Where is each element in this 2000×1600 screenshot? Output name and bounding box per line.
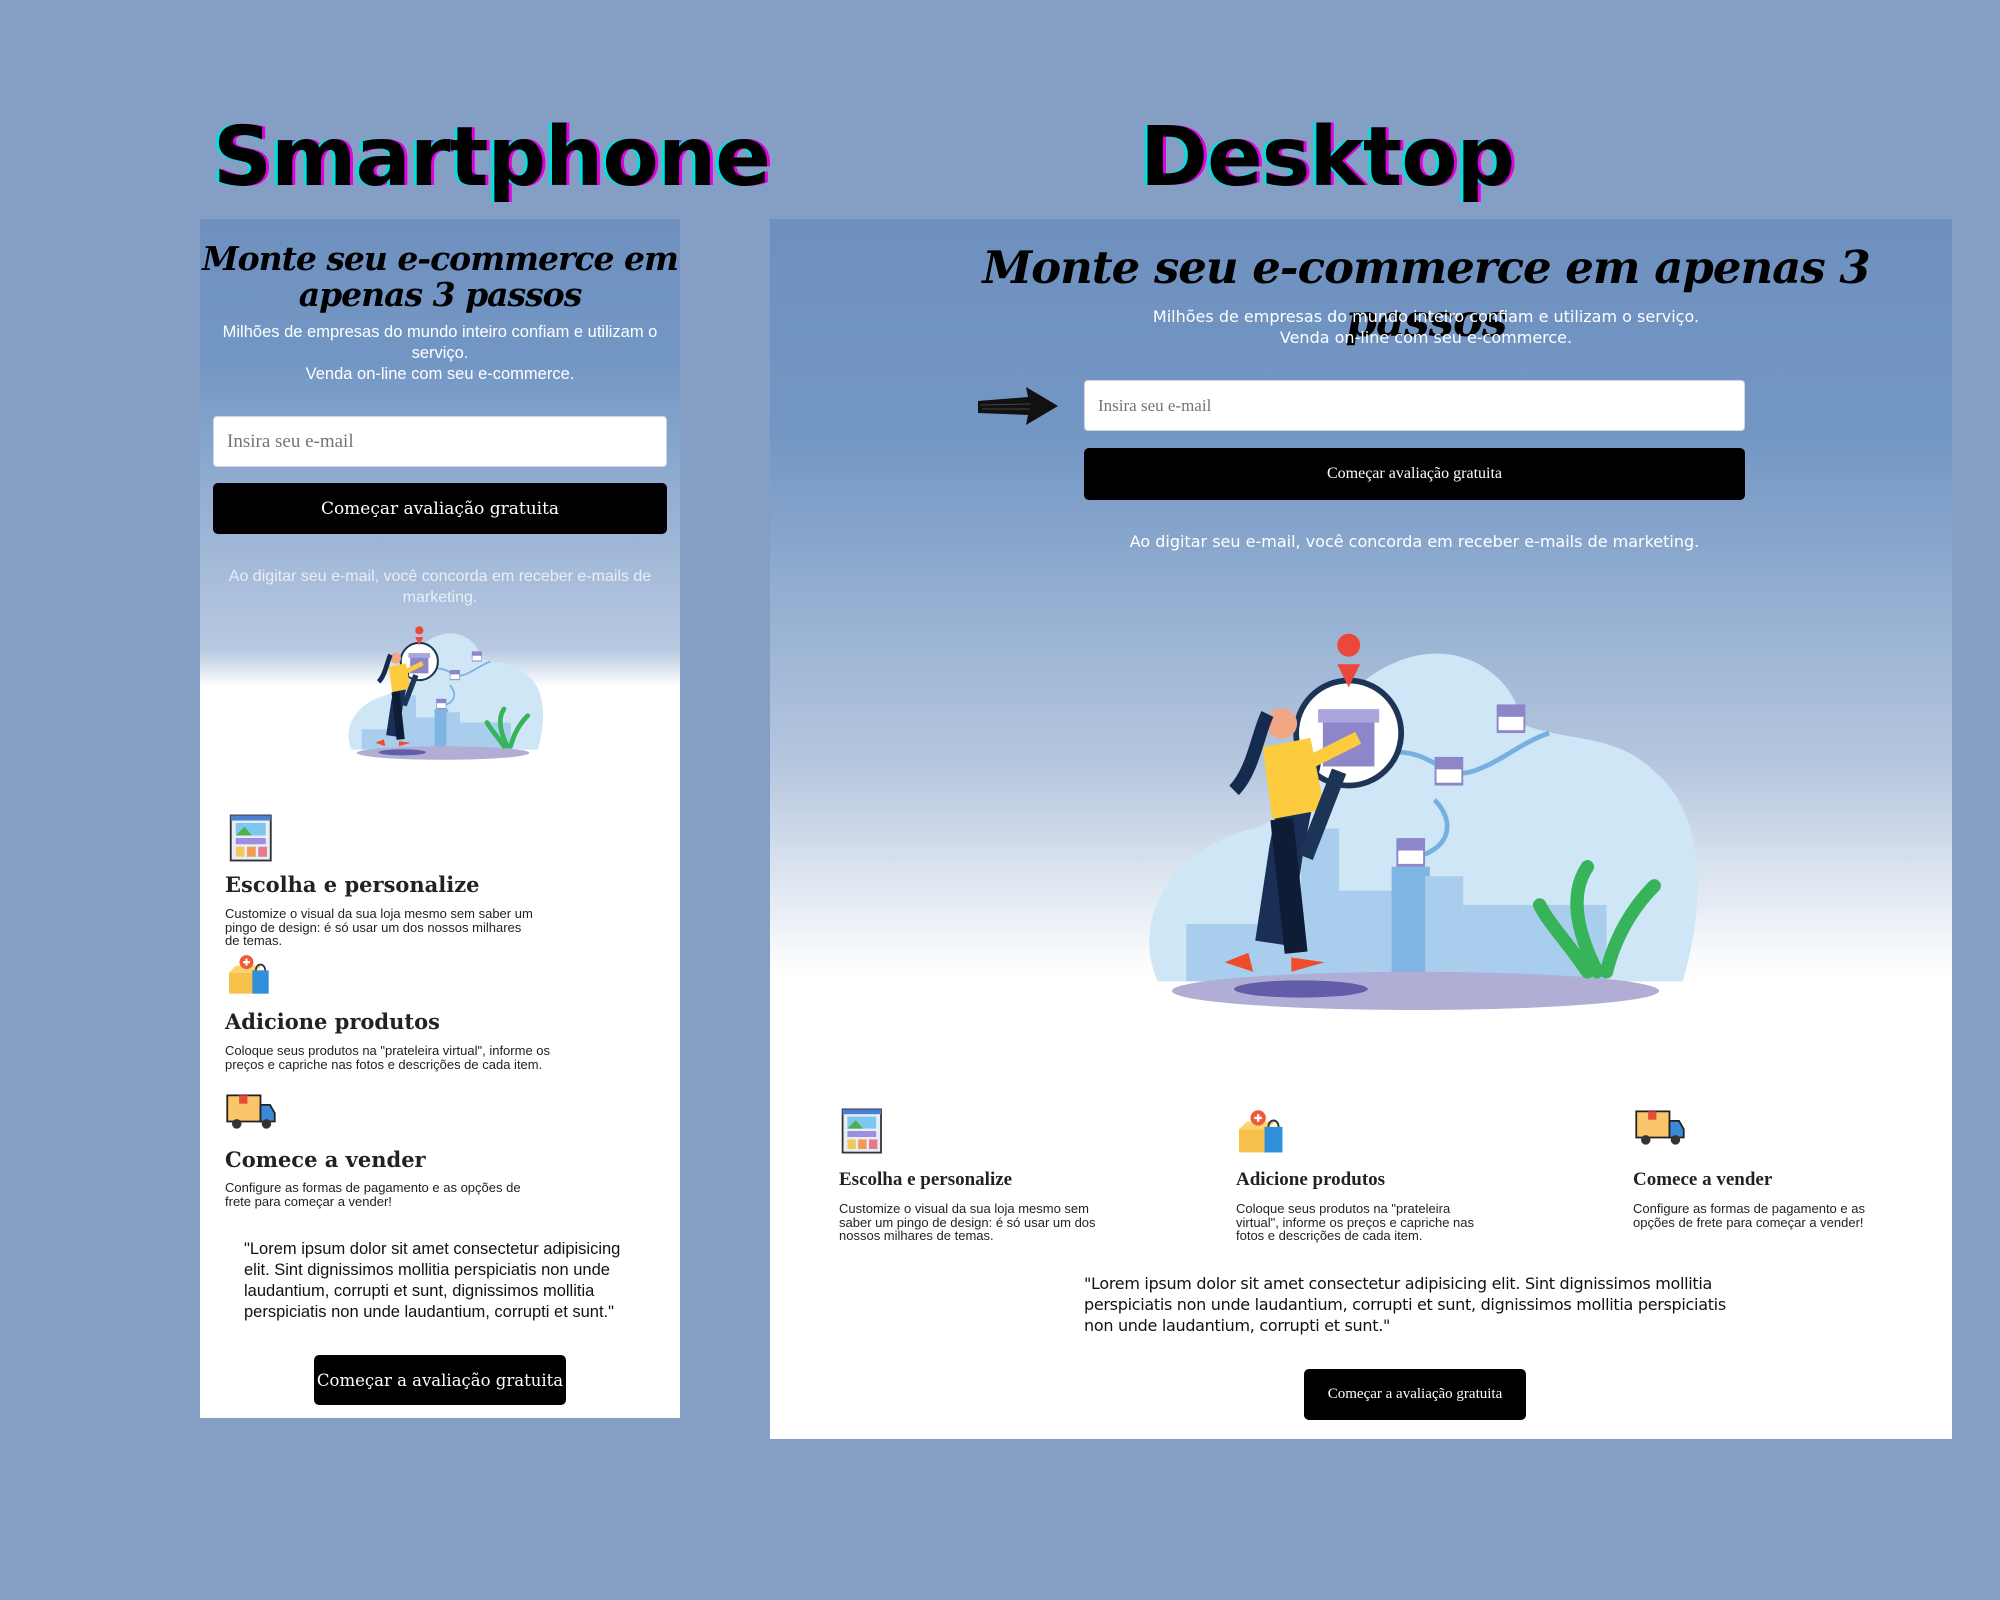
feature-title: Escolha e personalize: [839, 1169, 1013, 1190]
footer-start-trial-button[interactable]: Começar a avaliação gratuita: [1304, 1369, 1526, 1420]
email-input[interactable]: [213, 416, 667, 467]
feature-description: Customize o visual da sua loja mesmo sem…: [839, 1201, 1096, 1244]
feature-title: Comece a vender: [1633, 1169, 1773, 1190]
hero-subtitle-2: Venda on-line com seu e-commerce.: [1279, 328, 1573, 347]
start-trial-button[interactable]: Começar avaliação gratuita: [213, 483, 667, 534]
footer-start-trial-button[interactable]: Começar a avaliação gratuita: [314, 1355, 566, 1405]
feature-description: Coloque seus produtos na "prateleira vir…: [225, 1043, 551, 1072]
feature-description: Configure as formas de pagamento e as op…: [1633, 1201, 1865, 1230]
delivery-truck-icon: [1633, 1109, 1687, 1147]
hero-subtitle-2: Venda on-line com seu e-commerce.: [305, 365, 575, 383]
store-search-illustration: [1119, 628, 1712, 1010]
website-template-icon: [839, 1105, 887, 1157]
feature-title: Adicione produtos: [225, 1009, 440, 1034]
marketing-disclaimer: Ao digitar seu e-mail, você concorda em …: [228, 568, 652, 606]
testimonial-quote: "Lorem ipsum dolor sit amet consectetur …: [1084, 1274, 1726, 1335]
delivery-truck-icon: [224, 1093, 278, 1131]
feature-title: Comece a vender: [225, 1147, 426, 1172]
add-product-box-icon: [1236, 1109, 1288, 1155]
smartphone-preview: Monte seu e-commerce em apenas 3 passos …: [200, 219, 680, 1418]
website-template-icon: [227, 812, 277, 864]
hero-subtitle-1: Milhões de empresas do mundo inteiro con…: [222, 323, 658, 362]
feature-description: Configure as formas de pagamento e as op…: [225, 1180, 521, 1209]
feature-description: Customize o visual da sua loja mesmo sem…: [225, 906, 533, 949]
feature-title: Escolha e personalize: [225, 872, 480, 897]
arrow-right-icon: [978, 387, 1058, 425]
add-product-box-icon: [225, 954, 275, 996]
store-search-illustration: [338, 624, 548, 760]
hero-title-line1: Monte seu e-commerce em: [202, 239, 679, 278]
desktop-label: Desktop: [1140, 110, 1515, 205]
smartphone-label: Smartphone: [213, 110, 771, 205]
marketing-disclaimer: Ao digitar seu e-mail, você concorda em …: [1129, 532, 1700, 551]
start-trial-button[interactable]: Começar avaliação gratuita: [1084, 448, 1745, 500]
desktop-preview: Monte seu e-commerce em apenas 3 passos …: [770, 219, 1952, 1439]
hero-title-line2: apenas 3 passos: [298, 275, 583, 314]
testimonial-quote: "Lorem ipsum dolor sit amet consectetur …: [244, 1240, 621, 1321]
email-input[interactable]: [1084, 380, 1745, 431]
feature-description: Coloque seus produtos na "prateleira vir…: [1236, 1201, 1474, 1244]
feature-title: Adicione produtos: [1236, 1169, 1386, 1190]
hero-subtitle-1: Milhões de empresas do mundo inteiro con…: [1152, 307, 1700, 326]
